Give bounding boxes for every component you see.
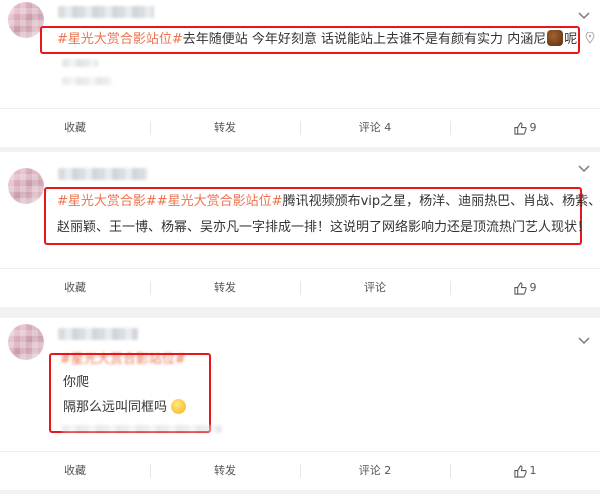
topic-tag[interactable]: #星光大赏合影##星光大赏合影站位# [57,194,283,209]
avatar[interactable] [8,2,44,38]
post-meta-blur [62,425,222,433]
thumbs-up-icon [513,281,527,295]
action-bar: 收藏 转发 评论 4 9 [0,108,600,147]
highlight-box [49,353,211,433]
collect-button[interactable]: 收藏 [0,109,150,147]
collect-button[interactable]: 收藏 [0,269,150,307]
location-icon[interactable] [585,31,595,44]
post-text-line1: 你爬 [63,375,90,390]
username[interactable] [58,6,154,18]
post-text-line1: #星光大赏合影##星光大赏合影站位#腾讯视频颁布vip之星，杨洋、迪丽热巴、肖战… [57,194,600,209]
post-card-2: #星光大赏合影##星光大赏合影站位#腾讯视频颁布vip之星，杨洋、迪丽热巴、肖战… [0,152,600,307]
post-image-blur [62,59,98,67]
like-button[interactable]: 9 [450,269,600,307]
post-text-line2: 隔那么远叫同框吗 [63,398,187,418]
like-button[interactable]: 9 [450,109,600,147]
chevron-down-icon[interactable] [577,11,591,21]
username[interactable] [58,168,148,180]
chevron-down-icon[interactable] [577,336,591,346]
post-card-1: #星光大赏合影站位#去年随便站 今年好刻意 话说能站上去谁不是有颜有实力 内涵尼… [0,0,600,147]
repost-button[interactable]: 转发 [150,452,300,490]
topic-tag[interactable]: #星光大赏合影站位# [57,32,183,47]
comment-button[interactable]: 评论 2 [300,452,450,490]
like-button[interactable]: 1 [450,452,600,490]
chevron-down-icon[interactable] [577,164,591,174]
post-card-3: #星光大赏合影站位# 你爬 隔那么远叫同框吗 收藏 转发 评论 2 1 [0,318,600,490]
post-image-blur [62,77,112,85]
thumbs-up-icon [513,121,527,135]
post-text: #星光大赏合影站位#去年随便站 今年好刻意 话说能站上去谁不是有颜有实力 内涵尼… [57,30,595,50]
username[interactable] [58,328,138,340]
avatar[interactable] [8,168,44,204]
action-bar: 收藏 转发 评论 9 [0,268,600,307]
emoji-icon [547,30,564,46]
comment-button[interactable]: 评论 [300,269,450,307]
comment-button[interactable]: 评论 4 [300,109,450,147]
post-text-line2: 赵丽颖、王一博、杨幂、吴亦凡一字排成一排！这说明了网络影响力还是顶流热门艺人现状… [57,220,591,235]
emoji-icon [171,399,187,414]
collect-button[interactable]: 收藏 [0,452,150,490]
action-bar: 收藏 转发 评论 2 1 [0,451,600,490]
avatar[interactable] [8,324,44,360]
thumbs-up-icon [513,464,527,478]
repost-button[interactable]: 转发 [150,269,300,307]
repost-button[interactable]: 转发 [150,109,300,147]
